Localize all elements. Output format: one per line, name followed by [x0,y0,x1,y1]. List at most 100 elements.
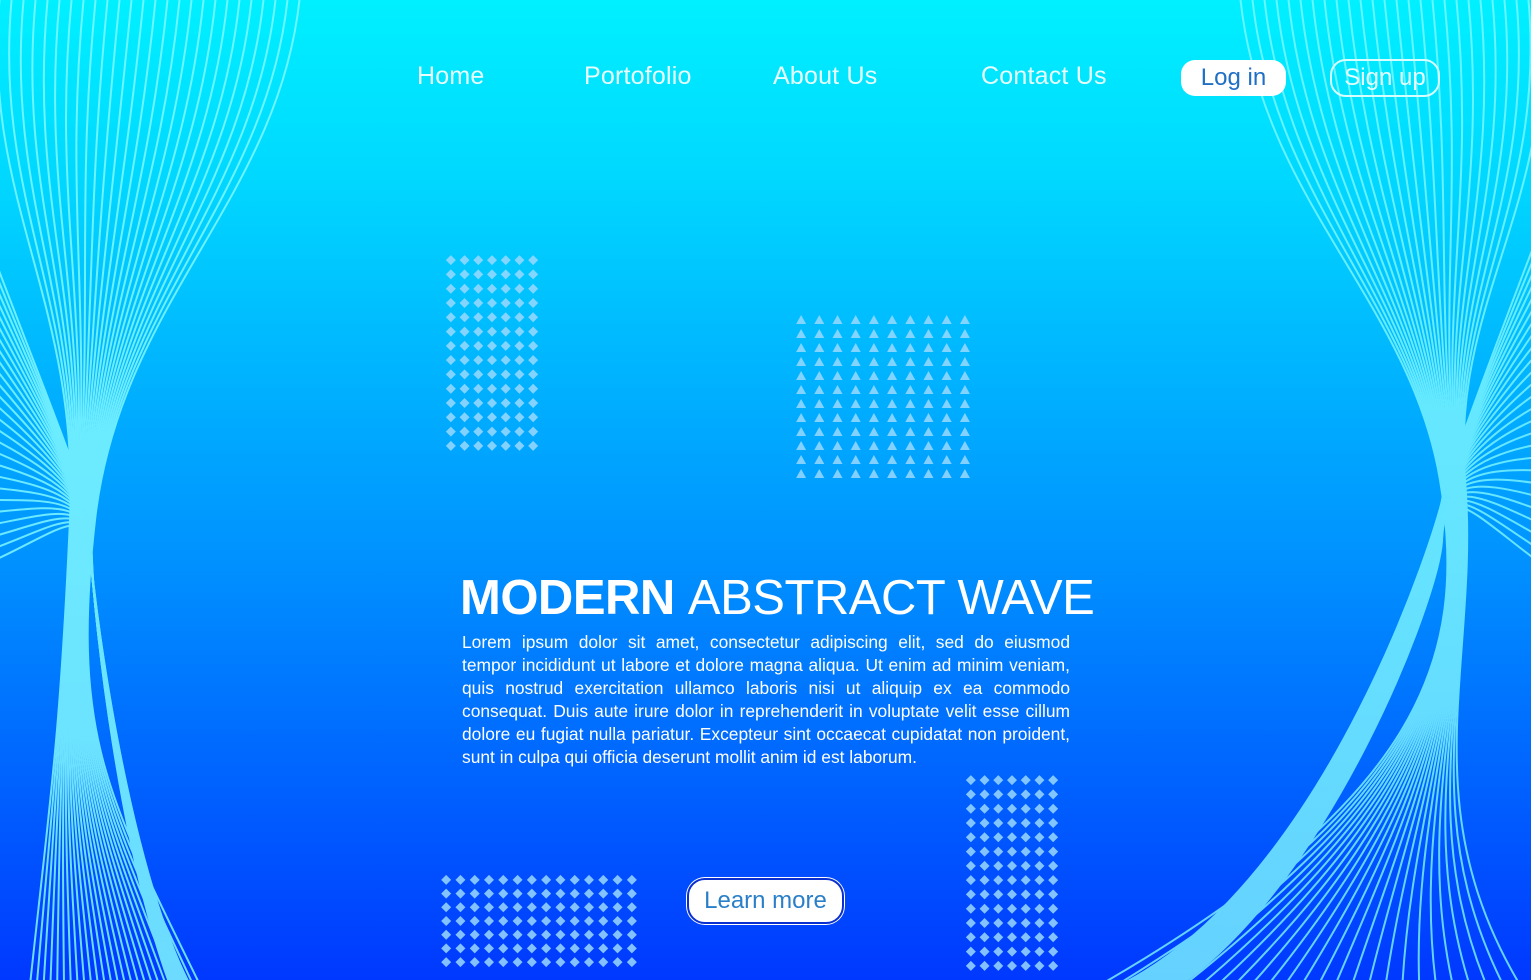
triangle-mark [887,441,898,450]
wave-line [1126,250,1531,980]
hero-title-bold: MODERN [460,571,675,625]
triangle-mark [959,469,970,478]
diamond-mark [459,440,470,451]
diamond-mark [555,943,566,954]
diamond-mark [441,888,452,899]
diamond-mark [612,902,623,913]
wave-line [0,281,188,980]
triangle-mark [905,399,916,408]
diamond-mark [1020,860,1031,871]
nav-link-home[interactable]: Home [417,62,485,91]
triangle-mark [832,371,843,380]
triangle-mark [941,329,952,338]
triangle-mark [832,455,843,464]
wave-line [1164,444,1531,980]
diamond-mark [1020,832,1031,843]
diamond-mark [1048,789,1059,800]
diamond-mark [498,943,509,954]
nav-link-portfolio[interactable]: Portofolio [584,62,692,91]
diamond-mark [455,916,466,926]
diamond-mark [1007,789,1017,800]
diamond-mark [500,255,511,266]
diamond-mark [1034,789,1045,800]
diamond-mark [484,874,494,885]
diamond-grid-bottom-right [964,773,1060,973]
triangle-mark [796,469,807,478]
learn-more-button[interactable]: Learn more [687,878,844,924]
triangle-mark [923,469,934,478]
diamond-mark [473,312,484,323]
diamond-mark [469,888,480,899]
diamond-mark [1020,960,1031,971]
diamond-mark [965,918,976,928]
diamond-mark [455,902,466,913]
triangle-mark [832,399,843,408]
triangle-mark [959,385,970,394]
diamond-mark [441,916,452,926]
diamond-mark [514,398,525,408]
diamond-mark [612,943,623,954]
diamond-mark [528,340,539,351]
triangle-mark [959,455,970,464]
diamond-mark [626,902,637,913]
diamond-mark [514,440,525,451]
diamond-mark [1048,918,1059,928]
diamond-mark [1034,775,1045,786]
triangle-mark [868,399,879,408]
diamond-mark [1034,946,1045,957]
diamond-mark [487,298,497,308]
diamond-mark [498,888,509,899]
diamond-mark [555,929,566,940]
diamond-mark [500,298,511,308]
diamond-mark [965,889,976,900]
triangle-mark [905,427,916,436]
diamond-mark [612,929,623,940]
triangle-mark [941,441,952,450]
hero-description: Lorem ipsum dolor sit amet, consectetur … [462,632,1070,767]
diamond-mark [1034,903,1045,914]
diamond-mark [1020,889,1031,900]
diamond-mark [1007,860,1017,871]
nav-link-contact-us[interactable]: Contact Us [981,62,1107,91]
triangle-mark [814,427,825,436]
diamond-mark [459,398,470,408]
diamond-mark [1034,860,1045,871]
diamond-mark [1048,846,1059,857]
triangle-mark [905,385,916,394]
diamond-mark [541,888,552,899]
diamond-mark [459,326,470,337]
abstract-wave-background [0,0,1531,980]
diamond-mark [484,888,494,899]
nav-link-about-us[interactable]: About Us [773,62,877,91]
diamond-mark [584,943,594,954]
wave-line [1138,310,1531,980]
diamond-mark [487,326,497,337]
triangle-mark [941,413,952,422]
diamond-mark [469,957,480,968]
triangle-mark [868,413,879,422]
diamond-mark [993,889,1004,900]
diamond-mark [626,888,637,899]
diamond-mark [512,957,523,968]
diamond-mark [555,888,566,899]
triangle-mark [905,413,916,422]
triangle-mark [941,357,952,366]
diamond-mark [445,383,456,394]
triangle-mark [905,329,916,338]
diamond-mark [598,957,609,968]
diamond-mark [498,957,509,968]
diamond-mark [473,398,484,408]
diamond-mark [584,902,594,913]
triangle-mark [905,343,916,352]
login-button[interactable]: Log in [1181,60,1286,96]
diamond-mark [1048,875,1059,886]
signup-button[interactable]: Sign up [1330,59,1440,97]
triangle-mark [868,427,879,436]
diamond-mark [469,916,480,926]
diamond-mark [514,312,525,323]
diamond-mark [484,943,494,954]
diamond-mark [993,860,1004,871]
triangle-mark [959,441,970,450]
diamond-mark [965,875,976,886]
triangle-mark [850,455,861,464]
